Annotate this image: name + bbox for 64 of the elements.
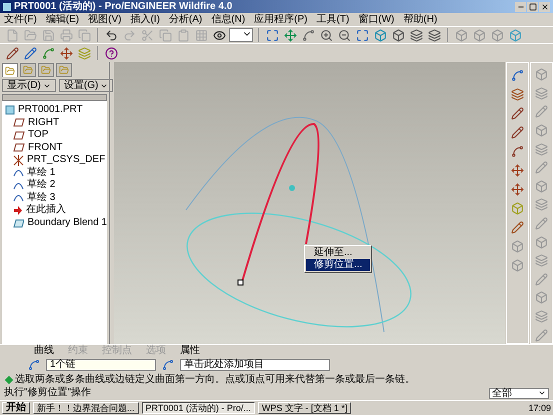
menu-item[interactable]: 信息(N) xyxy=(211,14,246,24)
zoom-in-icon[interactable] xyxy=(318,27,334,43)
plane-icon xyxy=(13,130,25,140)
context-menu-item[interactable]: 延伸至... xyxy=(306,247,370,259)
dashboard-tab[interactable]: 曲线 xyxy=(34,346,54,356)
menu-item[interactable]: 帮助(H) xyxy=(403,14,438,24)
panel-tab[interactable] xyxy=(56,63,72,77)
tree-item[interactable]: FRONT xyxy=(28,142,62,153)
tree-item[interactable]: PRT0001.PRT xyxy=(18,105,83,116)
taskbar-button[interactable]: 新手！！边界混合问题... xyxy=(33,402,139,414)
clock: 17:09 xyxy=(528,404,551,412)
sketch-icon xyxy=(13,193,24,202)
menu-item[interactable]: 视图(V) xyxy=(88,14,122,24)
tree-menu-button[interactable]: 设置(G) xyxy=(58,79,114,92)
taskbar-button[interactable]: PRT0001 (活动的) - Pro/... xyxy=(142,402,255,414)
tree-menu-button[interactable]: 显示(D) xyxy=(2,79,56,92)
menu-item[interactable]: 分析(A) xyxy=(168,14,202,24)
taskbar-button[interactable]: WPS 文字 - [文档 1 *] xyxy=(258,402,352,414)
direction-icon xyxy=(28,359,40,371)
tree-item[interactable]: PRT_CSYS_DEF xyxy=(27,155,106,166)
surface-icon xyxy=(13,218,24,228)
window-title: PRT0001 (活动的) - Pro/ENGINEER Wildfire 4.0 xyxy=(14,2,232,12)
close-icon xyxy=(540,2,548,10)
filter-dropdown[interactable]: 全部 xyxy=(489,388,549,398)
tree-item[interactable]: Boundary Blend 1 xyxy=(27,218,107,228)
menu-item[interactable]: 插入(I) xyxy=(130,14,160,24)
tree-item[interactable]: TOP xyxy=(28,130,48,140)
start-button[interactable]: 开始 xyxy=(2,402,30,414)
zoom-out-icon[interactable] xyxy=(336,27,352,43)
tree-item[interactable]: 草绘 2 xyxy=(27,180,56,190)
shading-icon[interactable] xyxy=(507,27,523,43)
restore-icon xyxy=(528,2,536,10)
prompt-message: 选取两条或多条曲线或边链定义曲面第一方向。点或顶点可用来代替第一条或最后一条链。 xyxy=(15,375,415,385)
close-button[interactable] xyxy=(539,2,550,12)
panel-tab[interactable] xyxy=(38,63,54,77)
plane-icon xyxy=(13,118,25,128)
context-menu-item[interactable]: 修剪位置... xyxy=(306,259,370,271)
layers-icon[interactable] xyxy=(408,27,424,43)
first-direction-field[interactable]: 1个链 xyxy=(46,359,156,371)
panel-tab[interactable] xyxy=(2,63,18,77)
plane-icon xyxy=(13,143,25,152)
menu-item[interactable]: 工具(T) xyxy=(316,14,350,24)
restore-button[interactable] xyxy=(527,2,538,12)
status-message: 执行"修剪位置"操作 xyxy=(4,388,92,398)
tree-item[interactable]: 草绘 3 xyxy=(27,192,56,203)
dashboard-tab[interactable]: 属性 xyxy=(180,346,200,356)
menu-item[interactable]: 窗口(W) xyxy=(358,14,394,24)
app-icon xyxy=(3,2,11,10)
tree-item[interactable]: 草绘 1 xyxy=(27,168,56,178)
sketch-icon xyxy=(13,168,24,178)
tree-item[interactable]: RIGHT xyxy=(28,118,60,128)
help-icon[interactable] xyxy=(103,45,119,61)
second-direction-field[interactable]: 单击此处添加项目 xyxy=(180,359,330,371)
part-icon xyxy=(5,105,15,116)
menu-item[interactable]: 文件(F) xyxy=(4,14,37,24)
menu-item[interactable]: 应用程序(P) xyxy=(254,14,308,24)
scissors-icon[interactable] xyxy=(139,27,155,43)
direction-icon xyxy=(162,359,174,371)
tree-item[interactable]: 在此插入 xyxy=(26,205,66,216)
minimize-button[interactable] xyxy=(515,2,526,12)
sketch-icon xyxy=(13,180,24,190)
copy-icon[interactable] xyxy=(157,27,173,43)
menu-item[interactable]: 编辑(E) xyxy=(46,14,80,24)
arrow-icon xyxy=(13,206,23,215)
